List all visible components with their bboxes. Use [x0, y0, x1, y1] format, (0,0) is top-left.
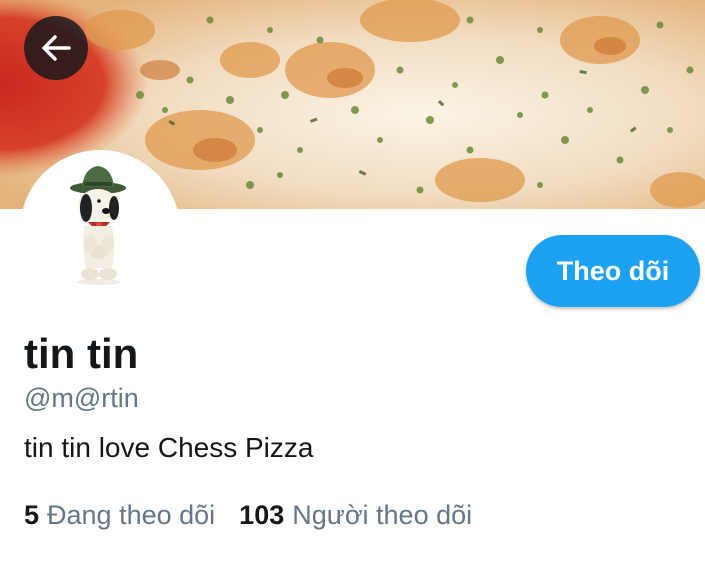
avatar[interactable] [20, 150, 180, 310]
followers-count: 103 [239, 500, 285, 530]
following-count: 5 [24, 500, 40, 530]
profile-bio: tin tin love Chess Pizza [24, 432, 314, 463]
back-button[interactable] [24, 16, 88, 80]
following-label: Đang theo dõi [47, 500, 216, 530]
user-handle: @m@rtin [24, 383, 139, 413]
arrow-left-icon [42, 35, 71, 61]
follow-button[interactable]: Theo dõi [526, 235, 700, 307]
following-stat[interactable]: 5 Đang theo dõi [24, 499, 215, 531]
followers-label: Người theo dõi [292, 500, 473, 530]
profile-page: Theo dõi tin tin @m@rtin tin tin love Ch… [0, 0, 705, 573]
display-name: tin tin [24, 330, 139, 377]
avatar-image [70, 166, 126, 285]
profile-stats: 5 Đang theo dõi 103 Người theo dõi [24, 499, 472, 531]
followers-stat[interactable]: 103 Người theo dõi [239, 499, 472, 531]
